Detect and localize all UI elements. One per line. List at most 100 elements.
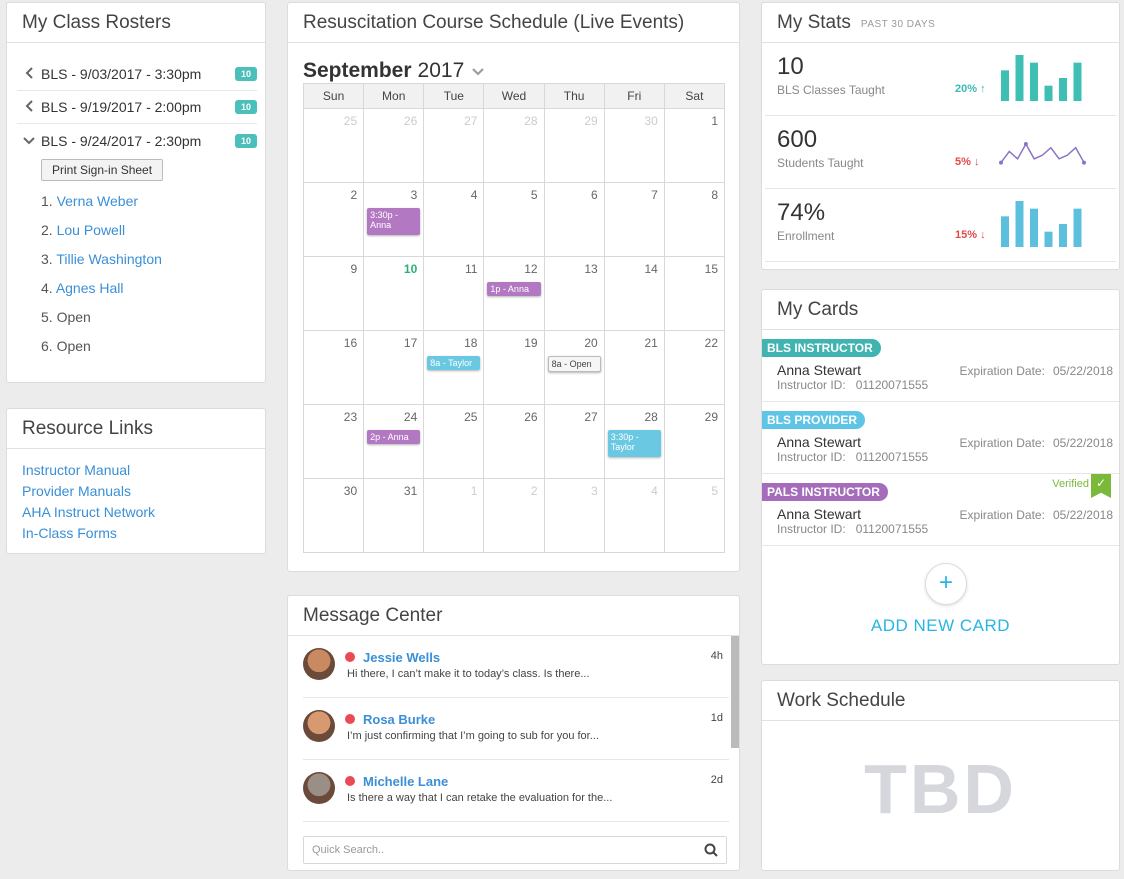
chevron-down-icon[interactable] [17, 133, 41, 148]
calendar-day[interactable]: 19 [483, 330, 545, 405]
stat-bar [1073, 62, 1082, 101]
add-card-icon[interactable]: + [925, 563, 967, 605]
sender-name[interactable]: Rosa Burke [363, 712, 435, 727]
day-number: 18 [464, 336, 478, 350]
stat-bar [1044, 85, 1053, 101]
add-new-card-button[interactable]: ADD NEW CARD [762, 616, 1119, 636]
calendar-day[interactable]: 21 [603, 330, 665, 405]
calendar-day[interactable]: 16 [302, 330, 365, 405]
calendar-event[interactable]: 3:30p - Anna [367, 208, 421, 235]
calendar-day[interactable]: 25 [423, 404, 485, 479]
roster-item[interactable]: BLS - 9/19/2017 - 2:00pm 10 [17, 91, 257, 124]
calendar-day[interactable]: 18 8a - Taylor [423, 330, 485, 405]
attendee-open: Open [56, 309, 91, 325]
calendar-day[interactable]: 27 [543, 404, 605, 479]
instructor-id-value: 01120071555 [855, 378, 929, 392]
chevron-left-icon[interactable] [17, 66, 41, 82]
calendar-day[interactable]: 17 [363, 330, 425, 405]
calendar-day[interactable]: 28 [483, 108, 545, 183]
calendar-day[interactable]: 13 [543, 256, 605, 331]
calendar-day[interactable]: 24 2p - Anna [363, 404, 425, 479]
certification-card[interactable]: BLS INSTRUCTOR Anna Stewart Instructor ID:… [762, 330, 1119, 402]
calendar-day[interactable]: 4 [603, 478, 665, 553]
attendee-number: 2. [41, 222, 53, 238]
work-schedule-panel: Work Schedule TBD [761, 680, 1120, 871]
calendar-day[interactable]: 15 [663, 256, 726, 331]
roster-item[interactable]: BLS - 9/24/2017 - 2:30pm 10 [17, 124, 257, 157]
calendar-day[interactable]: 3 [543, 478, 605, 553]
message-item[interactable]: Jessie Wells Hi there, I can’t make it to… [303, 636, 729, 698]
calendar-day[interactable]: 10 [363, 256, 425, 331]
calendar-day[interactable]: 23 [302, 404, 365, 479]
message-time: 2d [710, 774, 723, 786]
calendar-day[interactable]: 25 [302, 108, 365, 183]
calendar-day[interactable]: 20 8a - Open [543, 330, 605, 405]
calendar-day[interactable]: 11 [423, 256, 485, 331]
search-icon[interactable] [704, 843, 718, 857]
calendar-day[interactable]: 12 1p - Anna [483, 256, 545, 331]
message-item[interactable]: Rosa Burke I’m just confirming that I’m g… [303, 698, 729, 760]
calendar-day[interactable]: 9 [302, 256, 365, 331]
calendar-week: 9 10 11 12 1p - Anna 13 14 15 [302, 256, 726, 331]
roster-item[interactable]: BLS - 9/03/2017 - 3:30pm 10 [17, 58, 257, 91]
attendee-link[interactable]: Tillie Washington [56, 251, 162, 267]
attendee-link[interactable]: Agnes Hall [56, 280, 124, 296]
calendar-day[interactable]: 14 [603, 256, 665, 331]
calendar-day[interactable]: 5 [483, 182, 545, 257]
calendar-day[interactable]: 3 3:30p - Anna [363, 182, 425, 257]
calendar-day[interactable]: 8 [663, 182, 726, 257]
calendar-day[interactable]: 1 [423, 478, 485, 553]
calendar-day[interactable]: 6 [543, 182, 605, 257]
certification-card[interactable]: BLS PROVIDER Anna Stewart Instructor ID: 01… [762, 402, 1119, 474]
attendee-link[interactable]: Verna Weber [57, 193, 138, 209]
attendee-link[interactable]: Lou Powell [57, 222, 126, 238]
calendar-event[interactable]: 8a - Open [547, 356, 601, 372]
calendar-day[interactable]: 31 [363, 478, 425, 553]
message-preview: I’m just confirming that I’m going to su… [347, 730, 599, 742]
year-label: 2017 [417, 58, 465, 82]
resource-link[interactable]: AHA Instruct Network [22, 502, 265, 523]
calendar-day[interactable]: 29 [663, 404, 726, 479]
message-item[interactable]: Michelle Lane Is there a way that I can r… [303, 760, 729, 822]
calendar-day[interactable]: 5 [663, 478, 726, 553]
cards-title: My Cards [762, 290, 1119, 330]
day-number: 19 [524, 336, 538, 350]
day-number: 2 [530, 484, 538, 498]
attendee-item: 5. Open [41, 303, 265, 332]
calendar-day[interactable]: 1 [663, 108, 726, 183]
calendar-day[interactable]: 26 [363, 108, 425, 183]
calendar-day[interactable]: 7 [603, 182, 665, 257]
calendar-day[interactable]: 22 [663, 330, 726, 405]
resource-link[interactable]: Instructor Manual [22, 460, 265, 481]
calendar-event[interactable]: 1p - Anna [487, 282, 541, 296]
calendar-day[interactable]: 2 [483, 478, 545, 553]
print-sign-in-button[interactable]: Print Sign-in Sheet [41, 159, 164, 181]
day-number: 31 [403, 484, 418, 498]
calendar-day[interactable]: 4 [423, 182, 485, 257]
sender-name[interactable]: Jessie Wells [363, 650, 440, 665]
calendar-event[interactable]: 8a - Taylor [427, 356, 481, 370]
calendar-day[interactable]: 30 [603, 108, 665, 183]
chevron-down-icon [472, 63, 484, 79]
quick-search-input[interactable]: Quick Search.. [303, 836, 727, 864]
message-sender: Jessie Wells [345, 648, 729, 666]
calendar-day[interactable]: 27 [423, 108, 485, 183]
calendar-grid: Sun Mon Tue Wed Thu Fri Sat 25 26 27 28 29 30 1 2 3 3:3… [302, 83, 726, 553]
roster-count-badge: 10 [234, 133, 257, 148]
chevron-left-icon[interactable] [17, 99, 41, 115]
calendar-event[interactable]: 3:30p - Taylor [607, 430, 661, 457]
sender-name[interactable]: Michelle Lane [363, 774, 448, 789]
calendar-day[interactable]: 26 [483, 404, 545, 479]
calendar-day[interactable]: 29 [543, 108, 605, 183]
resource-link[interactable]: Provider Manuals [22, 481, 265, 502]
calendar-day[interactable]: 2 [302, 182, 365, 257]
resource-link[interactable]: In-Class Forms [22, 523, 265, 544]
calendar-week: 30 31 1 2 3 4 5 [302, 478, 726, 553]
calendar-day[interactable]: 30 [302, 478, 365, 553]
certification-card[interactable]: PALS INSTRUCTOR Anna Stewart Instructor ID… [762, 474, 1119, 546]
weekday-header: Thu [543, 83, 605, 109]
calendar-day[interactable]: 28 3:30p - Taylor [603, 404, 665, 479]
message-scrollbar[interactable] [731, 636, 739, 748]
month-selector[interactable]: September 2017 [288, 43, 739, 88]
calendar-event[interactable]: 2p - Anna [367, 430, 421, 444]
